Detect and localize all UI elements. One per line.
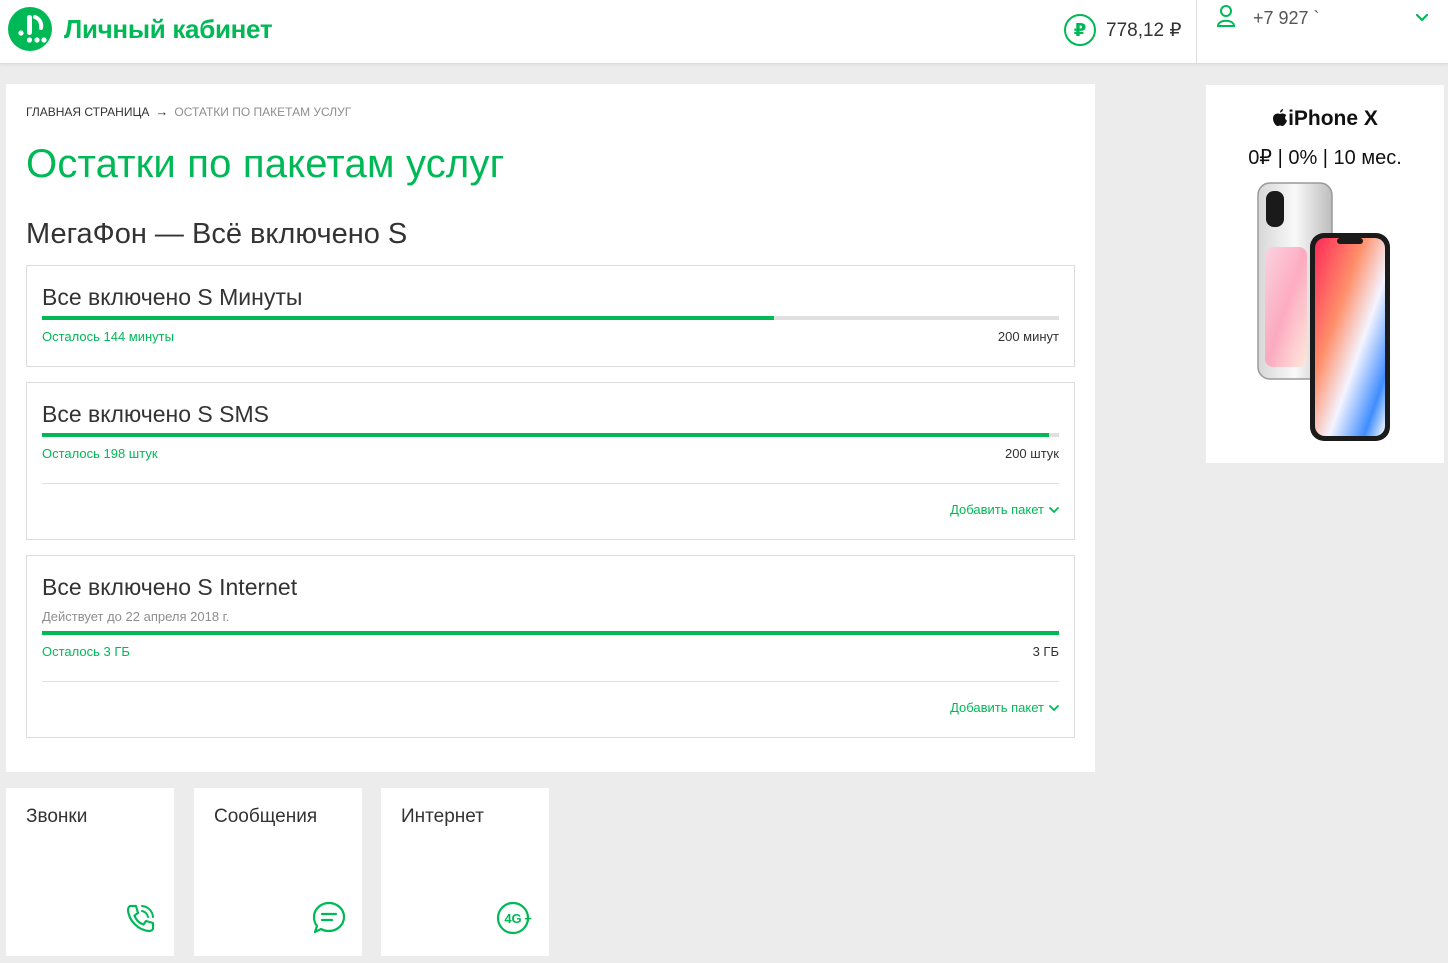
chat-bubble-icon (310, 899, 348, 942)
total-label: 200 минут (997, 329, 1059, 344)
breadcrumb-current: Остатки по пакетам услуг (174, 104, 352, 119)
package-card-sms: Все включено S SMS Осталось 198 штук 200… (26, 382, 1075, 540)
divider (42, 681, 1059, 682)
tile-label: Сообщения (214, 806, 318, 827)
add-package-label: Добавить пакет (950, 700, 1044, 715)
add-package-button[interactable]: Добавить пакет (950, 700, 1059, 715)
balance-value: 778,12 ₽ (1106, 19, 1182, 41)
tile-label: Звонки (26, 806, 88, 827)
usage-progress-fill (42, 433, 1049, 437)
ruble-icon: ₽ (1064, 14, 1096, 46)
add-package-button[interactable]: Добавить пакет (950, 502, 1059, 517)
remaining-label: Осталось 3 ГБ (42, 644, 130, 659)
user-phone: +7 927 ` (1253, 8, 1320, 28)
package-title: Все включено S SMS (42, 401, 269, 427)
remaining-label: Осталось 144 минуты (42, 329, 174, 344)
breadcrumb-home-link[interactable]: Главная страница (26, 105, 149, 119)
total-label: 200 штук (1004, 446, 1059, 461)
breadcrumb-separator: → (155, 104, 169, 119)
usage-progress-fill (42, 316, 775, 320)
iphone-ad-banner[interactable]: iPhone X 0₽ | 0% | 10 мес. (1206, 85, 1444, 463)
chevron-down-icon (1049, 700, 1059, 715)
package-validity: Действует до 22 апреля 2018 г. (42, 609, 230, 624)
package-title: Все включено S Internet (42, 574, 298, 600)
apple-icon (1272, 108, 1288, 133)
usage-progress-fill (42, 631, 1059, 635)
svg-text:+: + (524, 911, 532, 926)
phone-call-icon (122, 899, 160, 942)
chevron-down-icon[interactable] (1415, 10, 1429, 28)
user-menu[interactable]: +7 927 ` (1197, 0, 1448, 64)
remaining-label: Осталось 198 штук (42, 446, 158, 461)
package-card-internet: Все включено S Internet Действует до 22 … (26, 555, 1075, 738)
tile-calls[interactable]: Звонки (6, 788, 174, 956)
main-content-card: Главная страница → Остатки по пакетам ус… (6, 84, 1095, 772)
chevron-down-icon (1049, 502, 1059, 517)
usage-progress-bar (42, 631, 1059, 635)
tile-label: Интернет (401, 806, 484, 827)
add-package-label: Добавить пакет (950, 502, 1044, 517)
tariff-title: МегаФон — Всё включено S (26, 218, 408, 250)
breadcrumb: Главная страница → Остатки по пакетам ус… (26, 104, 351, 119)
usage-progress-bar (42, 316, 1059, 320)
header-title[interactable]: Личный кабинет (64, 14, 273, 45)
megafon-logo-icon[interactable] (8, 7, 52, 51)
total-label: 3 ГБ (1032, 644, 1059, 659)
page-title: Остатки по пакетам услуг (26, 142, 505, 186)
package-title: Все включено S Минуты (42, 284, 303, 310)
usage-progress-bar (42, 433, 1059, 437)
tile-messages[interactable]: Сообщения (194, 788, 362, 956)
ad-terms: 0₽ | 0% | 10 мес. (1248, 147, 1402, 169)
4g-plus-icon: 4G + (495, 899, 535, 942)
ad-title: iPhone X (1206, 107, 1444, 133)
iphone-x-image (1257, 182, 1390, 441)
tile-internet[interactable]: Интернет 4G + (381, 788, 549, 956)
divider (42, 483, 1059, 484)
balance[interactable]: ₽ 778,12 ₽ (1064, 14, 1181, 46)
top-header: Личный кабинет ₽ 778,12 ₽ +7 927 ` (0, 0, 1448, 64)
user-icon (1216, 4, 1236, 33)
svg-text:4G: 4G (504, 911, 521, 926)
package-card-minutes: Все включено S Минуты Осталось 144 минут… (26, 265, 1075, 367)
